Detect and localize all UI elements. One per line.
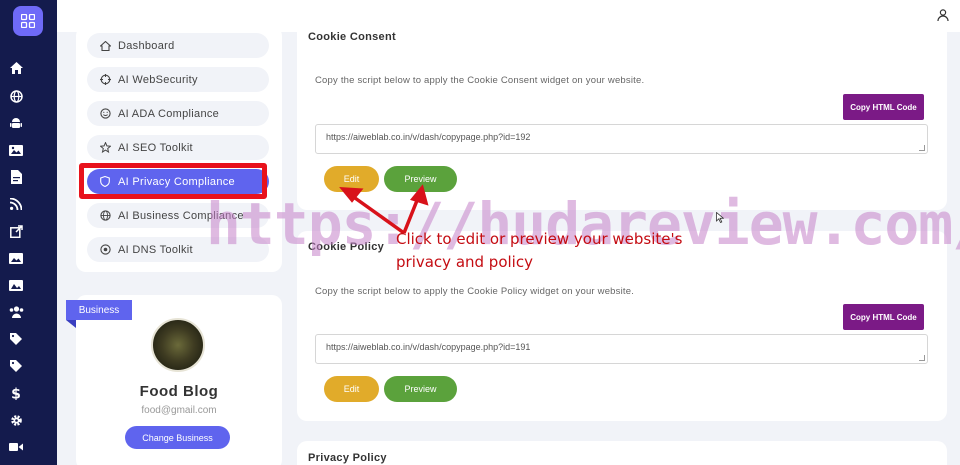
- avatar: [151, 318, 205, 372]
- profile-name: Food Blog: [139, 383, 219, 400]
- business-badge: Business: [66, 300, 132, 320]
- star-icon: [99, 142, 111, 154]
- nav-item-ai-seo-toolkit[interactable]: AI SEO Toolkit: [87, 135, 269, 160]
- script-url-textarea[interactable]: https://aiweblab.co.in/v/dash/copypage.p…: [315, 124, 928, 154]
- nav-item-label: AI ADA Compliance: [118, 107, 220, 120]
- nav-item-label: AI DNS Toolkit: [118, 243, 193, 256]
- nav-item-label: AI WebSecurity: [118, 73, 198, 86]
- gallery-icon[interactable]: [8, 250, 24, 266]
- section-description: Copy the script below to apply the Cooki…: [315, 286, 635, 297]
- script-url: https://aiweblab.co.in/v/dash/copypage.p…: [326, 132, 531, 142]
- section-description: Copy the script below to apply the Cooki…: [315, 75, 645, 86]
- change-business-button[interactable]: Change Business: [125, 426, 230, 449]
- script-url: https://aiweblab.co.in/v/dash/copypage.p…: [326, 342, 531, 352]
- target-icon: [99, 244, 111, 256]
- icon-rail: $: [0, 0, 57, 465]
- tag-icon[interactable]: [8, 331, 24, 347]
- picture-icon[interactable]: [8, 277, 24, 293]
- profile-email: food@gmail.com: [141, 405, 217, 416]
- script-url-textarea[interactable]: https://aiweblab.co.in/v/dash/copypage.p…: [315, 334, 928, 364]
- preview-button[interactable]: Preview: [384, 166, 457, 192]
- edit-button[interactable]: Edit: [324, 376, 379, 402]
- preview-button[interactable]: Preview: [384, 376, 457, 402]
- copy-html-button[interactable]: Copy HTML Code: [843, 94, 924, 120]
- annotation-line-2: privacy and policy: [396, 253, 533, 271]
- annotation-line-1: Click to edit or preview your website's: [396, 230, 683, 248]
- smile-icon: [99, 108, 111, 120]
- copy-html-button[interactable]: Copy HTML Code: [843, 304, 924, 330]
- resize-handle[interactable]: [919, 145, 925, 151]
- tags-icon[interactable]: [8, 358, 24, 374]
- dollar-icon[interactable]: $: [8, 385, 24, 401]
- section-title: Cookie Consent: [308, 31, 396, 43]
- image-icon[interactable]: [8, 142, 24, 158]
- ribbon-tail: [66, 320, 76, 328]
- nav-item-ai-websecurity[interactable]: AI WebSecurity: [87, 67, 269, 92]
- user-icon[interactable]: [937, 8, 951, 22]
- rss-icon[interactable]: [8, 196, 24, 212]
- nav-item-label: AI SEO Toolkit: [118, 141, 193, 154]
- svg-text:$: $: [11, 387, 21, 401]
- resize-handle[interactable]: [919, 355, 925, 361]
- privacy-policy-card: Privacy Policy: [297, 441, 947, 465]
- nav-item-ai-ada-compliance[interactable]: AI ADA Compliance: [87, 101, 269, 126]
- annotation-text: Click to edit or preview your website's …: [396, 228, 682, 274]
- cookie-consent-card: Cookie Consent Copy the script below to …: [297, 22, 947, 210]
- nav-item-dashboard[interactable]: Dashboard: [87, 33, 269, 58]
- android-icon[interactable]: [8, 115, 24, 131]
- document-icon[interactable]: [8, 169, 24, 185]
- home-icon[interactable]: [8, 60, 24, 76]
- home-icon: [99, 40, 111, 52]
- external-link-icon[interactable]: [8, 223, 24, 239]
- apps-grid-icon[interactable]: [13, 6, 43, 36]
- edit-button[interactable]: Edit: [324, 166, 379, 192]
- crosshair-icon: [99, 74, 111, 86]
- nav-item-label: Dashboard: [118, 39, 175, 52]
- section-title: Privacy Policy: [308, 452, 387, 464]
- globe-icon[interactable]: [8, 88, 24, 104]
- video-icon[interactable]: [8, 439, 24, 455]
- globe-icon: [99, 210, 111, 222]
- mouse-cursor-icon: [716, 210, 725, 228]
- users-icon[interactable]: [8, 304, 24, 320]
- gear-icon[interactable]: [8, 412, 24, 428]
